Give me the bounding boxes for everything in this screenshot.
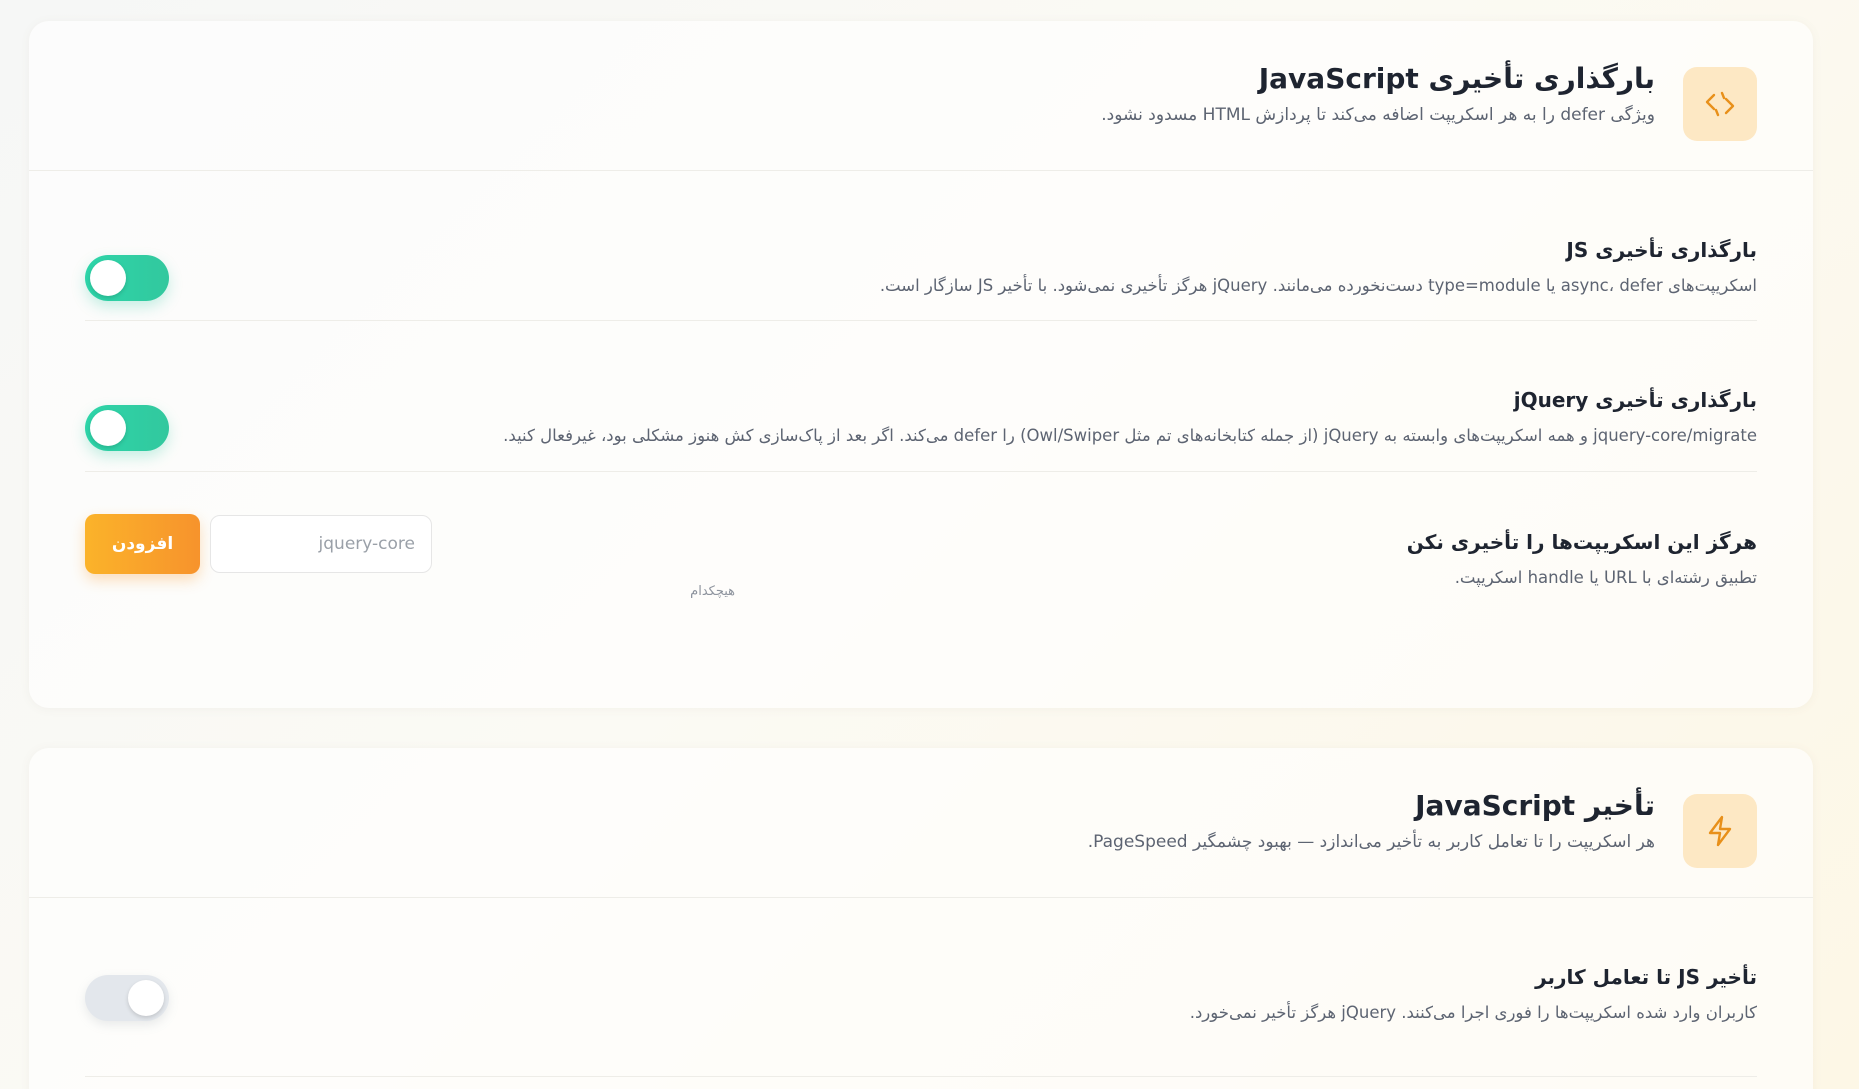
- setting-title: تأخیر JS تا تعامل کاربر: [1535, 965, 1757, 989]
- section-title: بارگذاری تأخیری JavaScript: [1258, 62, 1655, 95]
- setting-title: بارگذاری تأخیری jQuery: [1513, 388, 1757, 412]
- delay-js-toggle[interactable]: [85, 975, 169, 1021]
- setting-description: اسکریپت‌های async، defer یا type=module …: [879, 276, 1757, 295]
- delay-js-header-text: تأخیر JavaScript هر اسکریپت را تا تعامل …: [1088, 788, 1655, 852]
- defer-jquery-row: بارگذاری تأخیری jQuery jquery-core/migra…: [85, 321, 1757, 472]
- defer-js-row: بارگذاری تأخیری JS اسکریپت‌های async، de…: [85, 171, 1757, 321]
- toggle-knob: [128, 980, 164, 1016]
- code-icon: [1683, 67, 1757, 141]
- empty-list-text: هیچکدام: [690, 584, 735, 599]
- setting-text: هرگز این اسکریپت‌ها را تأخیری نکن تطبیق …: [1407, 530, 1757, 587]
- toggle-knob: [90, 410, 126, 446]
- setting-text: تأخیر JS تا تعامل کاربر کاربران وارد شده…: [1190, 965, 1757, 1022]
- setting-description: jquery-core/migrate و همه اسکریپت‌های وا…: [503, 426, 1757, 445]
- section-subtitle: ویژگی defer را به هر اسکریپت اضافه می‌کن…: [1101, 105, 1655, 126]
- section-title: تأخیر JavaScript: [1415, 789, 1655, 822]
- delay-js-card: تأخیر JavaScript هر اسکریپت را تا تعامل …: [29, 748, 1813, 1089]
- setting-title: هرگز این اسکریپت‌ها را تأخیری نکن: [1406, 530, 1757, 554]
- delay-js-header: تأخیر JavaScript هر اسکریپت را تا تعامل …: [29, 748, 1813, 898]
- settings-page: بارگذاری تأخیری JavaScript ویژگی defer ر…: [0, 0, 1859, 1089]
- lightning-icon: [1683, 794, 1757, 868]
- exclusions-row: هرگز این اسکریپت‌ها را تأخیری نکن تطبیق …: [85, 472, 1757, 672]
- setting-text: بارگذاری تأخیری jQuery jquery-core/migra…: [503, 388, 1757, 445]
- defer-jquery-toggle[interactable]: [85, 405, 169, 451]
- delay-js-row: تأخیر JS تا تعامل کاربر کاربران وارد شده…: [85, 898, 1757, 1077]
- setting-text: بارگذاری تأخیری JS اسکریپت‌های async، de…: [880, 238, 1757, 295]
- exclusion-input[interactable]: [210, 515, 432, 573]
- toggle-knob: [90, 260, 126, 296]
- defer-js-header-text: بارگذاری تأخیری JavaScript ویژگی defer ر…: [1101, 61, 1655, 125]
- section-subtitle: هر اسکریپت را تا تعامل کاربر به تأخیر می…: [1087, 832, 1655, 853]
- setting-description: تطبیق رشته‌ای با URL یا handle اسکریپت.: [1454, 568, 1757, 587]
- defer-js-header: بارگذاری تأخیری JavaScript ویژگی defer ر…: [29, 21, 1813, 171]
- defer-js-card: بارگذاری تأخیری JavaScript ویژگی defer ر…: [29, 21, 1813, 708]
- setting-description: کاربران وارد شده اسکریپت‌ها را فوری اجرا…: [1189, 1003, 1757, 1022]
- setting-title: بارگذاری تأخیری JS: [1566, 238, 1757, 262]
- defer-js-toggle[interactable]: [85, 255, 169, 301]
- add-exclusion-button[interactable]: افزودن: [85, 514, 200, 574]
